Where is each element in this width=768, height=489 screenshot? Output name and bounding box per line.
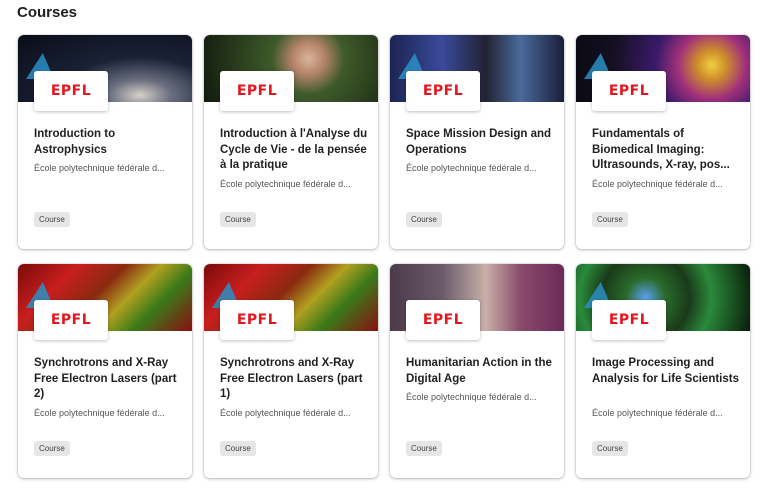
partner-logo: EPFL (34, 300, 108, 340)
course-type-badge: Course (406, 212, 442, 227)
course-partner: École polytechnique fédérale d... (220, 179, 351, 189)
partner-logo: EPFL (406, 300, 480, 340)
course-title: Synchrotrons and X-Ray Free Electron Las… (34, 357, 177, 400)
course-type-badge: Course (592, 212, 628, 227)
partner-logo-text: EPFL (50, 83, 92, 99)
course-type-badge: Course (220, 441, 256, 456)
course-partner: École polytechnique fédérale d... (406, 392, 537, 402)
page-title: Courses (17, 4, 78, 21)
partner-logo: EPFL (220, 71, 294, 111)
course-title: Introduction à l'Analyse du Cycle de Vie… (220, 128, 368, 171)
course-title: Synchrotrons and X-Ray Free Electron Las… (220, 357, 363, 400)
course-card[interactable]: EPFL Introduction à l'Analyse du Cycle d… (204, 35, 378, 249)
course-type-badge: Course (406, 441, 442, 456)
course-partner: École polytechnique fédérale d... (592, 408, 723, 418)
course-card[interactable]: EPFL Synchrotrons and X-Ray Free Electro… (204, 264, 378, 478)
course-partner: École polytechnique fédérale d... (592, 179, 723, 189)
course-card[interactable]: EPFL Fundamentals of Biomedical Imaging:… (576, 35, 750, 249)
course-card[interactable]: EPFL Humanitarian Action in the Digital … (390, 264, 564, 478)
partner-logo: EPFL (406, 71, 480, 111)
course-grid: EPFL Introduction to Astrophysics École … (18, 35, 750, 478)
course-title: Fundamentals of Biomedical Imaging: Ultr… (592, 128, 730, 171)
partner-logo-text: EPFL (236, 312, 278, 328)
course-partner: École polytechnique fédérale d... (34, 163, 165, 173)
course-type-badge: Course (592, 441, 628, 456)
partner-logo-text: EPFL (422, 312, 464, 328)
course-card[interactable]: EPFL Space Mission Design and Operations… (390, 35, 564, 249)
course-type-badge: Course (220, 212, 256, 227)
partner-logo: EPFL (592, 71, 666, 111)
partner-logo: EPFL (34, 71, 108, 111)
partner-logo-text: EPFL (50, 312, 92, 328)
course-card[interactable]: EPFL Image Processing and Analysis for L… (576, 264, 750, 478)
course-card[interactable]: EPFL Introduction to Astrophysics École … (18, 35, 192, 249)
course-title: Introduction to Astrophysics (34, 128, 116, 156)
partner-logo-text: EPFL (422, 83, 464, 99)
course-partner: École polytechnique fédérale d... (34, 408, 165, 418)
partner-logo: EPFL (592, 300, 666, 340)
partner-logo-text: EPFL (608, 83, 650, 99)
course-title: Humanitarian Action in the Digital Age (406, 357, 552, 385)
course-card[interactable]: EPFL Synchrotrons and X-Ray Free Electro… (18, 264, 192, 478)
course-partner: École polytechnique fédérale d... (406, 163, 537, 173)
course-title: Space Mission Design and Operations (406, 128, 552, 156)
course-type-badge: Course (34, 441, 70, 456)
course-title: Image Processing and Analysis for Life S… (592, 357, 739, 385)
course-partner: École polytechnique fédérale d... (220, 408, 351, 418)
partner-logo: EPFL (220, 300, 294, 340)
course-type-badge: Course (34, 212, 70, 227)
partner-logo-text: EPFL (608, 312, 650, 328)
partner-logo-text: EPFL (236, 83, 278, 99)
